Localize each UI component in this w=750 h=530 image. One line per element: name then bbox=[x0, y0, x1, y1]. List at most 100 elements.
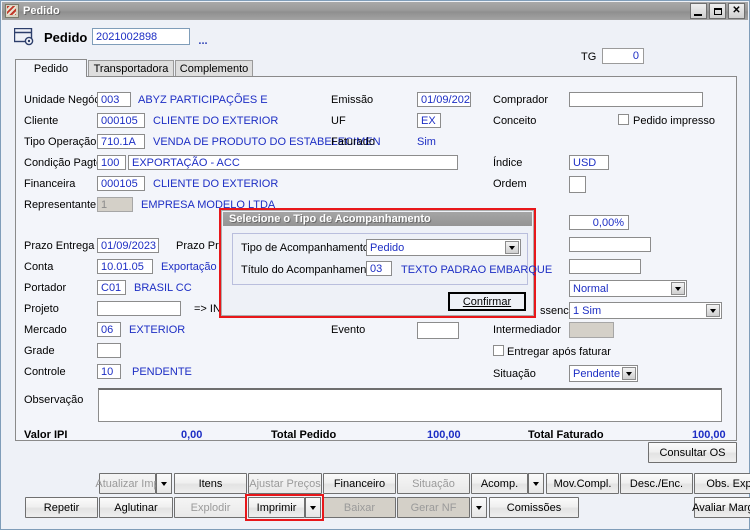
acompanhamento-dialog: Selecione o Tipo de Acompanhamento Tipo … bbox=[221, 210, 552, 316]
situacao-button[interactable]: Situação bbox=[397, 473, 470, 494]
input-unidade-negocio[interactable]: 003 bbox=[97, 92, 131, 107]
pedido-label: Pedido bbox=[44, 30, 88, 45]
input-percentual[interactable]: 0,00% bbox=[569, 215, 629, 230]
gerar-nf-dropdown[interactable] bbox=[471, 497, 487, 518]
input-condicao-pagto[interactable]: 100 bbox=[97, 155, 126, 170]
input-titulo-acompanhamento[interactable]: 03 bbox=[366, 261, 392, 276]
label-unidade-negocio: Unidade Negócio bbox=[24, 94, 109, 106]
chevron-down-icon[interactable] bbox=[505, 241, 519, 254]
mov-compl-button[interactable]: Mov.Compl. bbox=[546, 473, 619, 494]
obs-exp-button[interactable]: Obs. Exp. bbox=[694, 473, 750, 494]
explodir-button[interactable]: Explodir bbox=[174, 497, 247, 518]
input-observacao[interactable] bbox=[98, 388, 722, 422]
combo-situacao[interactable]: Pendente bbox=[569, 365, 638, 382]
label-prazo-entrega: Prazo Entrega bbox=[24, 240, 95, 252]
chevron-down-icon[interactable] bbox=[671, 282, 685, 295]
input-conta[interactable]: 10.01.05 bbox=[97, 259, 153, 274]
tab-pedido[interactable]: Pedido bbox=[15, 59, 87, 77]
value-total-faturado: 100,00 bbox=[692, 429, 726, 441]
input-cliente[interactable]: 000105 bbox=[97, 113, 145, 128]
pedido-number-input[interactable]: 2021002898 bbox=[92, 28, 190, 45]
input-ordem[interactable] bbox=[569, 176, 586, 193]
label-indice: Índice bbox=[493, 157, 523, 169]
gerar-nf-button[interactable]: Gerar NF bbox=[397, 497, 470, 518]
checkbox-pedido-impresso[interactable] bbox=[618, 114, 629, 125]
input-prazo-entrega[interactable]: 01/09/2023 bbox=[97, 238, 159, 253]
combo-tipo-acompanhamento[interactable]: Pedido bbox=[366, 239, 521, 256]
label-conta: Conta bbox=[24, 261, 54, 273]
label-evento: Evento bbox=[331, 324, 366, 336]
label-total-faturado: Total Faturado bbox=[528, 429, 604, 441]
label-tipo-operacao: Tipo Operação bbox=[24, 136, 97, 148]
combo-normal[interactable]: Normal bbox=[569, 280, 687, 297]
tab-complemento[interactable]: Complemento bbox=[175, 60, 253, 76]
confirmar-button[interactable]: Confirmar bbox=[448, 292, 526, 311]
label-representante: Representante bbox=[24, 199, 97, 211]
confirmar-button-label: Confirmar bbox=[462, 295, 512, 308]
window-controls: ✕ bbox=[690, 3, 745, 19]
label-grade: Grade bbox=[24, 345, 55, 357]
input-condicao-pagto-desc[interactable]: EXPORTAÇÃO - ACC bbox=[128, 155, 458, 170]
label-controle: Controle bbox=[24, 366, 66, 378]
input-tipo-operacao[interactable]: 710.1A bbox=[97, 134, 145, 149]
aglutinar-button[interactable]: Aglutinar bbox=[99, 497, 173, 518]
pedido-browse-button[interactable]: ... bbox=[195, 28, 211, 47]
label-conceito: Conceito bbox=[493, 115, 537, 127]
input-financeira[interactable]: 000105 bbox=[97, 176, 145, 191]
label-projeto: Projeto bbox=[24, 303, 59, 315]
input-comprador[interactable] bbox=[569, 92, 703, 107]
avaliar-margem-button[interactable]: Avaliar Margem bbox=[692, 497, 750, 518]
maximize-button[interactable] bbox=[709, 3, 726, 19]
input-evento[interactable] bbox=[417, 322, 459, 339]
tab-transportadora[interactable]: Transportadora bbox=[88, 60, 174, 76]
label-observacao: Observação bbox=[24, 394, 84, 406]
input-emissao[interactable]: 01/09/2023 bbox=[417, 92, 471, 107]
atualizar-imp-button[interactable]: Atualizar Imp bbox=[95, 473, 160, 494]
chevron-down-icon[interactable] bbox=[706, 304, 720, 317]
checkbox-entregar-apos-faturar[interactable] bbox=[493, 345, 504, 356]
input-intermediador bbox=[569, 322, 614, 338]
form-settings-icon bbox=[14, 28, 36, 46]
label-mercado: Mercado bbox=[24, 324, 67, 336]
repetir-button[interactable]: Repetir bbox=[25, 497, 98, 518]
input-extra-2[interactable] bbox=[569, 259, 641, 274]
chevron-down-icon[interactable] bbox=[622, 367, 636, 380]
input-portador[interactable]: C01 bbox=[97, 280, 126, 295]
combo-normal-value: Normal bbox=[573, 283, 609, 295]
input-grade[interactable] bbox=[97, 343, 121, 358]
ajustar-precos-button[interactable]: Ajustar Preços bbox=[248, 473, 322, 494]
itens-button[interactable]: Itens bbox=[174, 473, 247, 494]
desc-enc-button[interactable]: Desc./Enc. bbox=[620, 473, 693, 494]
tabstrip: Pedido Transportadora Complemento bbox=[15, 59, 735, 77]
comissoes-button[interactable]: Comissões bbox=[489, 497, 579, 518]
input-mercado[interactable]: 06 bbox=[97, 322, 121, 337]
financeiro-button[interactable]: Financeiro bbox=[323, 473, 396, 494]
combo-essencial[interactable]: 1 Sim bbox=[569, 302, 722, 319]
dialog-fieldset: Tipo de Acompanhamento Pedido Título do … bbox=[232, 233, 552, 285]
acomp-dropdown[interactable] bbox=[528, 473, 544, 494]
value-faturado: Sim bbox=[417, 136, 436, 148]
consultar-os-button[interactable]: Consultar OS bbox=[648, 442, 737, 463]
label-ordem: Ordem bbox=[493, 178, 527, 190]
pedido-window: Pedido ✕ Pedido 2021002898 ... TG 0 Pedi… bbox=[0, 0, 750, 530]
label-total-pedido: Total Pedido bbox=[271, 429, 337, 441]
label-faturado: Faturado bbox=[331, 136, 376, 148]
minimize-button[interactable] bbox=[690, 3, 707, 19]
label-situacao: Situação bbox=[493, 368, 536, 380]
input-controle[interactable]: 10 bbox=[97, 364, 121, 379]
baixar-button[interactable]: Baixar bbox=[323, 497, 396, 518]
label-entregar-apos-faturar: Entregar após faturar bbox=[507, 346, 611, 358]
label-valor-ipi: Valor IPI bbox=[24, 429, 68, 441]
input-extra-1[interactable] bbox=[569, 237, 651, 252]
app-icon bbox=[5, 4, 19, 18]
label-emissao: Emissão bbox=[331, 94, 374, 106]
acomp-button[interactable]: Acomp. bbox=[471, 473, 528, 494]
atualizar-imp-dropdown[interactable] bbox=[156, 473, 172, 494]
input-uf[interactable]: EX bbox=[417, 113, 441, 128]
input-indice[interactable]: USD bbox=[569, 155, 609, 170]
label-intermediador: Intermediador bbox=[493, 324, 561, 336]
input-projeto[interactable] bbox=[97, 301, 181, 316]
desc-cliente: CLIENTE DO EXTERIOR bbox=[153, 115, 279, 127]
label-comprador: Comprador bbox=[493, 94, 549, 106]
close-button[interactable]: ✕ bbox=[728, 3, 745, 19]
